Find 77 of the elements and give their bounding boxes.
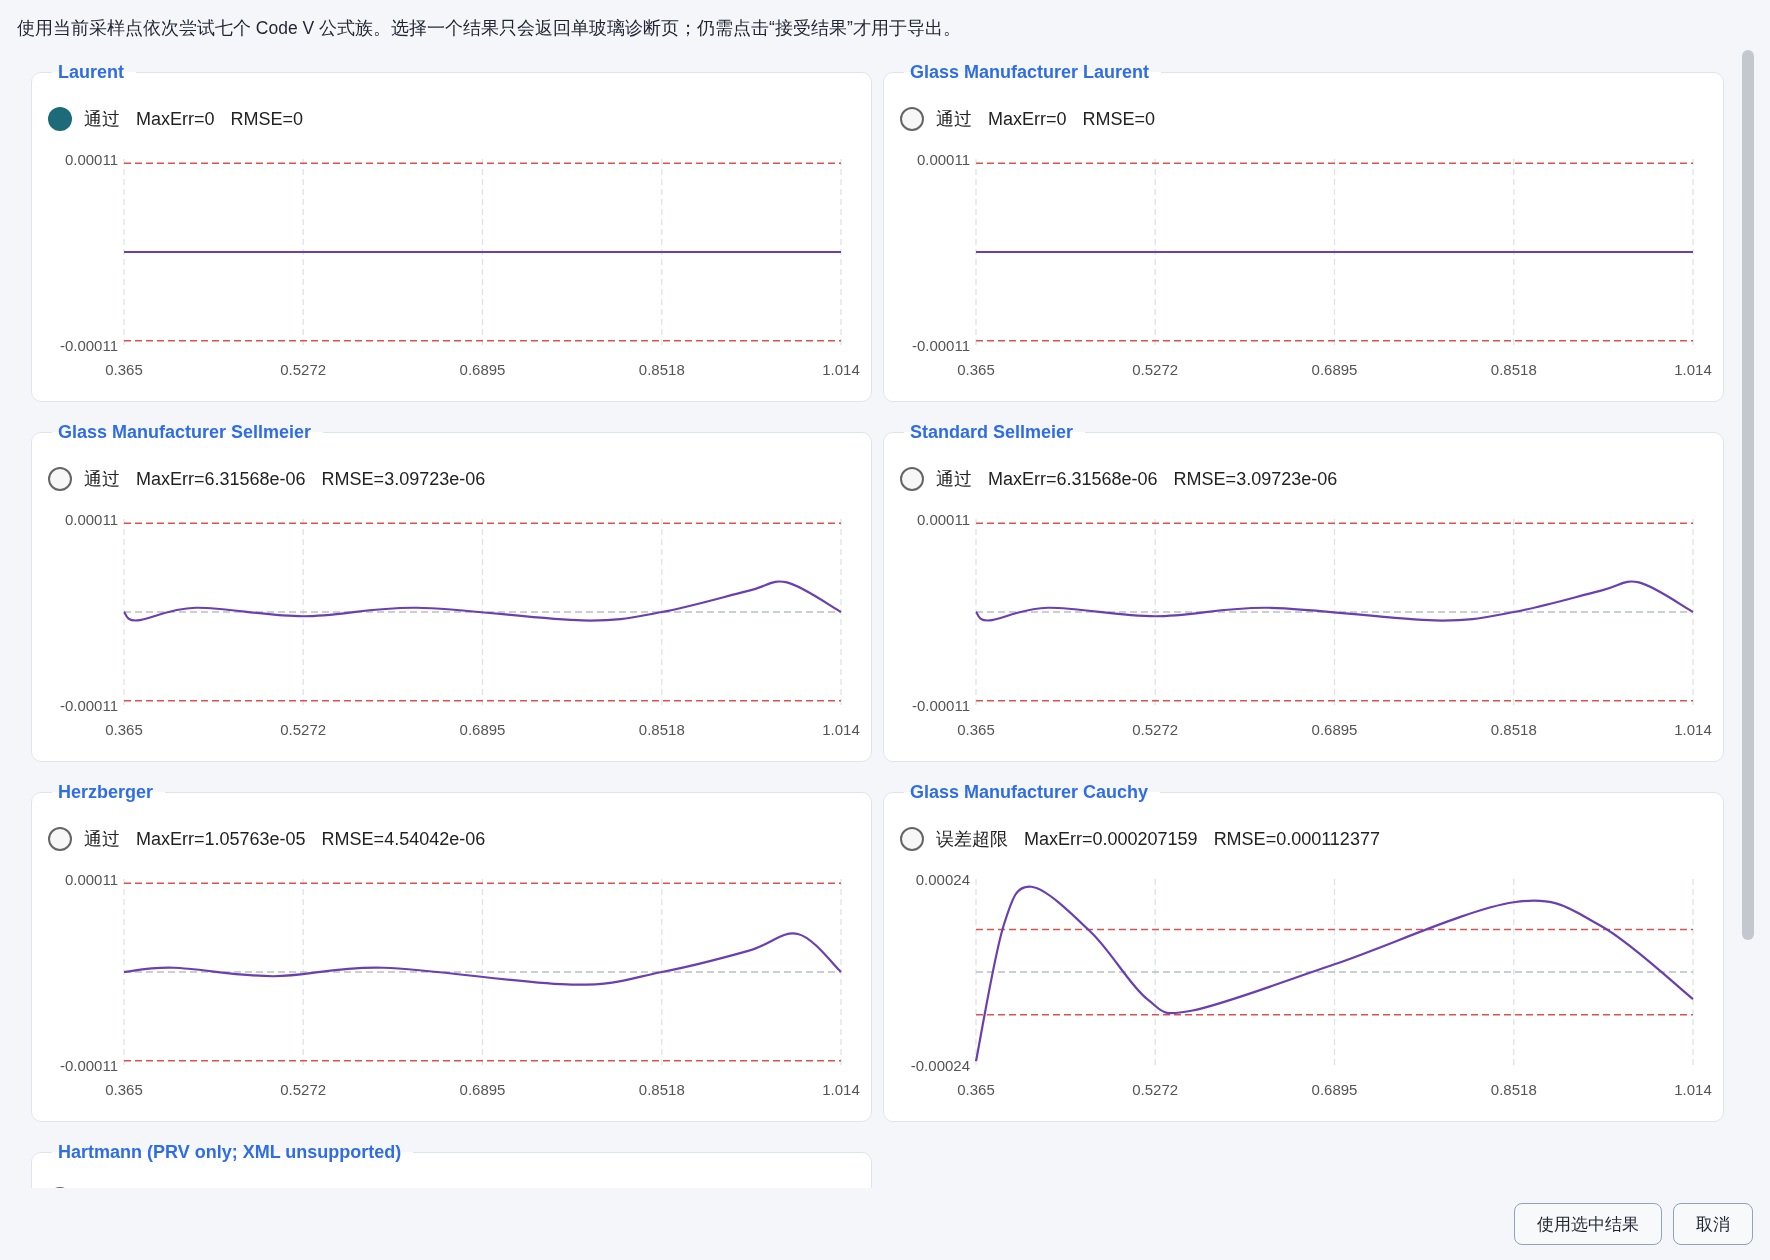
x-tick-label: 0.365: [957, 361, 995, 378]
x-tick-label: 0.5272: [1132, 1081, 1179, 1098]
status-text: 误差超限: [936, 828, 1008, 851]
formula-title: Glass Manufacturer Laurent: [909, 62, 1151, 83]
rmse-text: RMSE=3.09723e-06: [1173, 468, 1338, 490]
rmse-text: RMSE=3.09723e-06: [321, 468, 486, 490]
radio-button[interactable]: [900, 827, 924, 851]
formula-title: Glass Manufacturer Sellmeier: [57, 422, 313, 443]
radio-button[interactable]: [900, 467, 924, 491]
formula-title: Hartmann (PRV only; XML unsupported): [57, 1142, 403, 1163]
x-tick-label: 1.014: [1674, 721, 1712, 738]
x-tick-label: 0.5272: [1132, 361, 1179, 378]
status-text: 通过: [936, 468, 972, 491]
rmse-text: RMSE=0.000112377: [1213, 828, 1380, 850]
x-tick-label: 0.6895: [459, 721, 506, 738]
x-tick-label: 0.5272: [280, 721, 327, 738]
status-text: 通过: [936, 108, 972, 131]
max-error-text: MaxErr=0: [988, 108, 1067, 130]
rmse-text: RMSE=4.54042e-06: [321, 828, 486, 850]
y-tick-label: -0.00011: [59, 337, 118, 354]
formula-title: Glass Manufacturer Cauchy: [909, 782, 1150, 803]
x-tick-label: 0.365: [105, 1081, 143, 1098]
max-error-text: MaxErr=0.000207159: [1024, 828, 1198, 850]
max-error-text: MaxErr=1.05763e-05: [136, 828, 306, 850]
x-tick-label: 0.8518: [1490, 361, 1537, 378]
y-tick-label: -0.00011: [911, 697, 970, 714]
x-tick-label: 1.014: [822, 721, 860, 738]
y-tick-label: -0.00024: [910, 1057, 970, 1074]
formula-title: Laurent: [57, 62, 125, 83]
x-tick-label: 0.6895: [459, 361, 506, 378]
radio-button[interactable]: [48, 467, 72, 491]
radio-button[interactable]: [48, 107, 72, 131]
y-tick-label: 0.00011: [916, 511, 970, 528]
x-tick-label: 1.014: [822, 1081, 860, 1098]
x-tick-label: 1.014: [822, 361, 860, 378]
y-tick-label: -0.00011: [911, 337, 970, 354]
x-tick-label: 1.014: [1674, 361, 1712, 378]
max-error-text: MaxErr=6.31568e-06: [988, 468, 1158, 490]
status-text: 通过: [84, 468, 120, 491]
x-tick-label: 1.014: [1674, 1081, 1712, 1098]
x-tick-label: 0.365: [105, 721, 143, 738]
formula-title: Herzberger: [57, 782, 155, 803]
radio-button[interactable]: [900, 107, 924, 131]
x-tick-label: 0.365: [105, 361, 143, 378]
x-tick-label: 0.5272: [280, 1081, 327, 1098]
y-tick-label: 0.00024: [915, 871, 970, 888]
max-error-text: MaxErr=6.31568e-06: [136, 468, 306, 490]
radio-button[interactable]: [48, 827, 72, 851]
x-tick-label: 0.6895: [1311, 361, 1358, 378]
status-text: 通过: [84, 108, 120, 131]
x-tick-label: 0.6895: [1311, 1081, 1358, 1098]
max-error-text: MaxErr=0: [136, 108, 215, 130]
status-text: 通过: [84, 828, 120, 851]
y-tick-label: 0.00011: [64, 871, 118, 888]
x-tick-label: 0.8518: [638, 1081, 685, 1098]
y-tick-label: -0.00011: [59, 697, 118, 714]
x-tick-label: 0.365: [957, 1081, 995, 1098]
rmse-text: RMSE=0: [1082, 108, 1156, 130]
x-tick-label: 0.6895: [459, 1081, 506, 1098]
x-tick-label: 0.6895: [1311, 721, 1358, 738]
cancel-button[interactable]: 取消: [1673, 1203, 1753, 1245]
use-selected-button[interactable]: 使用选中结果: [1514, 1203, 1662, 1245]
y-tick-label: 0.00011: [916, 151, 970, 168]
y-tick-label: 0.00011: [64, 151, 118, 168]
rmse-text: RMSE=0: [230, 108, 304, 130]
y-tick-label: -0.00011: [59, 1057, 118, 1074]
x-tick-label: 0.365: [957, 721, 995, 738]
formula-title: Standard Sellmeier: [909, 422, 1075, 443]
x-tick-label: 0.5272: [280, 361, 327, 378]
x-tick-label: 0.5272: [1132, 721, 1179, 738]
x-tick-label: 0.8518: [1490, 721, 1537, 738]
x-tick-label: 0.8518: [638, 361, 685, 378]
y-tick-label: 0.00011: [64, 511, 118, 528]
x-tick-label: 0.8518: [638, 721, 685, 738]
instructions-text: 使用当前采样点依次尝试七个 Code V 公式族。选择一个结果只会返回单玻璃诊断页；仍需点击“接受结果”才用于导出。: [16, 17, 962, 40]
scrollbar-thumb[interactable]: [1742, 50, 1754, 940]
x-tick-label: 0.8518: [1490, 1081, 1537, 1098]
